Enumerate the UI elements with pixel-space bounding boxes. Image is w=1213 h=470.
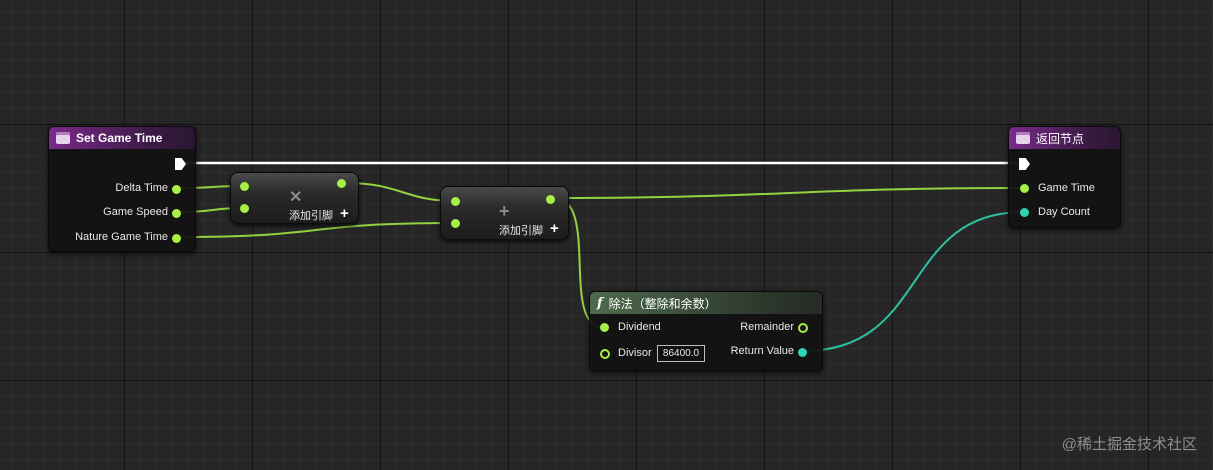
wire-nature-game-time [180,222,456,238]
watermark: @稀土掘金技术社区 [1061,436,1197,453]
divide-title: 除法（整除和余数） [608,296,717,311]
add-add-pin-label[interactable]: 添加引脚 [499,222,543,238]
add-node[interactable]: + 添加引脚 + [440,186,569,240]
multiply-add-pin-plus-icon[interactable]: + [340,206,349,221]
dividend-label: Dividend [618,321,661,333]
multiply-input-b-pin[interactable] [240,204,249,213]
nature-game-time-label: Nature Game Time [75,231,168,243]
divide-node[interactable]: f 除法（整除和余数） Dividend Divisor 86400.0 Rem… [589,291,823,371]
remainder-label: Remainder [740,321,794,333]
set-game-time-node[interactable]: Set Game Time Delta Time Game Speed Natu… [48,126,196,252]
function-icon: f [597,295,603,311]
divisor-label: Divisor [618,347,652,359]
game-speed-label: Game Speed [103,206,168,218]
game-time-label: Game Time [1038,182,1095,194]
multiply-output-pin[interactable] [337,179,346,188]
return-value-pin[interactable] [798,348,807,357]
nature-game-time-pin[interactable] [172,234,181,243]
multiply-node[interactable]: ✕ 添加引脚 + [230,172,359,224]
dividend-pin[interactable] [600,323,609,332]
divisor-input[interactable]: 86400.0 [657,345,705,362]
plus-icon: + [499,201,510,221]
add-input-b-pin[interactable] [451,219,460,228]
day-count-label: Day Count [1038,206,1090,218]
game-time-pin[interactable] [1020,184,1029,193]
day-count-pin[interactable] [1020,208,1029,217]
exec-output-pin[interactable] [175,158,186,170]
return-value-label: Return Value [730,345,794,357]
return-title: 返回节点 [1036,131,1085,146]
delta-time-pin[interactable] [172,185,181,194]
multiply-icon: ✕ [289,189,303,206]
add-input-a-pin[interactable] [451,197,460,206]
set-game-time-header[interactable]: Set Game Time [49,127,195,149]
multiply-input-a-pin[interactable] [240,182,249,191]
wire-return-to-daycount [802,211,1025,352]
remainder-pin[interactable] [798,323,808,333]
return-node-icon [1016,132,1030,144]
multiply-add-pin-label[interactable]: 添加引脚 [289,207,333,223]
divide-header[interactable]: f 除法（整除和余数） [590,292,822,314]
return-node[interactable]: 返回节点 Game Time Day Count [1008,126,1121,228]
exec-input-pin[interactable] [1019,158,1030,170]
add-add-pin-plus-icon[interactable]: + [550,221,559,236]
return-header[interactable]: 返回节点 [1009,127,1120,149]
wire-add-to-gametime [553,187,1025,199]
wire-multiply-out [345,182,456,202]
game-speed-pin[interactable] [172,209,181,218]
add-output-pin[interactable] [546,195,555,204]
divisor-pin[interactable] [600,349,610,359]
event-icon [56,132,70,144]
delta-time-label: Delta Time [115,182,168,194]
set-game-time-title: Set Game Time [76,131,163,145]
